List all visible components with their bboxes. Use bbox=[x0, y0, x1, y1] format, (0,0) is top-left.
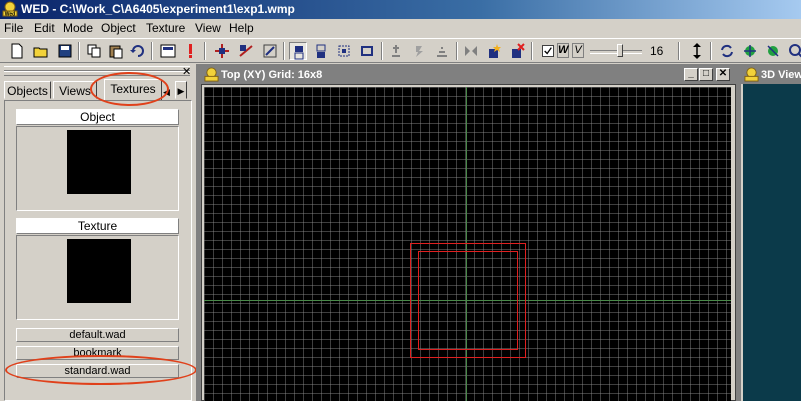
toolbar-separator bbox=[531, 42, 533, 60]
menu-texture[interactable]: Texture bbox=[146, 21, 185, 35]
toolbar-separator bbox=[151, 42, 153, 60]
tab-scroll-right-icon[interactable]: ▶ bbox=[175, 81, 187, 99]
tab-objects[interactable]: Objects bbox=[4, 81, 51, 99]
menu-mode[interactable]: Mode bbox=[63, 21, 93, 35]
paste-icon[interactable] bbox=[107, 42, 125, 60]
minimize-button[interactable]: _ bbox=[684, 68, 698, 81]
rotate-view-icon[interactable] bbox=[764, 42, 782, 60]
tab-textures[interactable]: Textures bbox=[104, 79, 162, 101]
top-view-viewport[interactable] bbox=[204, 87, 731, 401]
visible-toggle[interactable]: V bbox=[572, 43, 584, 58]
rotate-object-icon[interactable] bbox=[237, 42, 255, 60]
save-icon[interactable] bbox=[56, 42, 74, 60]
object-preview bbox=[16, 126, 179, 211]
move-object-icon[interactable] bbox=[213, 42, 231, 60]
top-view-title: Top (XY) Grid: 16x8 bbox=[221, 69, 323, 81]
toolbar: W V 16 bbox=[0, 38, 801, 63]
wed-app-icon: Wed bbox=[2, 1, 18, 17]
menu-file[interactable]: File bbox=[4, 21, 23, 35]
vertex-mode-icon[interactable] bbox=[335, 42, 353, 60]
grid-slider-thumb[interactable] bbox=[617, 44, 623, 57]
zoom-view-icon[interactable] bbox=[787, 42, 801, 60]
open-folder-icon[interactable] bbox=[32, 42, 50, 60]
menu-bar: File Edit Mode Object Texture View Help bbox=[0, 19, 801, 38]
compile-icon[interactable] bbox=[159, 42, 177, 60]
toolbar-separator bbox=[678, 42, 680, 60]
3d-view-titlebar: 3D View bbox=[741, 66, 801, 84]
add-entity-icon[interactable] bbox=[387, 42, 405, 60]
toolbar-separator bbox=[456, 42, 458, 60]
svg-text:Wed: Wed bbox=[5, 12, 15, 18]
delete-object-icon[interactable] bbox=[508, 42, 526, 60]
wad-item-bookmark[interactable]: bookmark bbox=[16, 346, 179, 360]
grid-size-value: 16 bbox=[650, 44, 664, 58]
object-preview-title: Object bbox=[16, 109, 179, 125]
title-bar: Wed WED - C:\Work_C\A6405\experiment1\ex… bbox=[0, 0, 801, 19]
tab-views[interactable]: Views bbox=[53, 81, 97, 99]
mirror-icon[interactable] bbox=[462, 42, 480, 60]
texture-preview-title: Texture bbox=[16, 218, 179, 234]
toolbar-separator bbox=[204, 42, 206, 60]
add-path-icon[interactable] bbox=[433, 42, 451, 60]
3d-view-viewport[interactable] bbox=[741, 84, 801, 401]
close-button[interactable]: ✕ bbox=[716, 68, 730, 81]
window-title: WED - C:\Work_C\A6405\experiment1\exp1.w… bbox=[21, 2, 295, 16]
wed-app-icon bbox=[744, 67, 759, 82]
new-file-icon[interactable] bbox=[8, 42, 26, 60]
face-mode-icon[interactable] bbox=[358, 42, 376, 60]
panel-grip[interactable] bbox=[4, 71, 190, 76]
tab-scroll-left-icon[interactable]: ◀ bbox=[163, 87, 170, 98]
grid-slider-track[interactable] bbox=[590, 50, 642, 54]
show-all-checkbox[interactable] bbox=[542, 45, 554, 57]
menu-view[interactable]: View bbox=[195, 21, 221, 35]
wad-item-default[interactable]: default.wad bbox=[16, 328, 179, 342]
refresh-view-icon[interactable] bbox=[718, 42, 736, 60]
left-panel: ✕ Objects Views Textures ▶ ◀ Object Text… bbox=[0, 64, 197, 401]
top-view-titlebar: Top (XY) Grid: 16x8 _ □ ✕ bbox=[201, 66, 736, 84]
undo-icon[interactable] bbox=[129, 42, 147, 60]
menu-help[interactable]: Help bbox=[229, 21, 254, 35]
select-mode-icon[interactable] bbox=[289, 42, 307, 60]
toolbar-separator bbox=[381, 42, 383, 60]
texture-preview bbox=[16, 235, 179, 320]
texture-thumbnail bbox=[67, 239, 131, 303]
wireframe-toggle[interactable]: W bbox=[557, 43, 569, 58]
object-thumbnail bbox=[67, 130, 131, 194]
add-light-icon[interactable] bbox=[410, 42, 428, 60]
copy-icon[interactable] bbox=[85, 42, 103, 60]
3d-view-title: 3D View bbox=[761, 69, 801, 81]
panel-close-icon[interactable]: ✕ bbox=[182, 65, 191, 78]
toolbar-separator bbox=[78, 42, 80, 60]
menu-object[interactable]: Object bbox=[101, 21, 136, 35]
selected-block-inner[interactable] bbox=[418, 251, 518, 350]
warning-icon[interactable] bbox=[181, 42, 199, 60]
toolbar-separator bbox=[283, 42, 285, 60]
toolbar-separator bbox=[710, 42, 712, 60]
add-object-icon[interactable] bbox=[485, 42, 503, 60]
wad-item-standard[interactable]: standard.wad bbox=[16, 364, 179, 378]
menu-edit[interactable]: Edit bbox=[34, 21, 55, 35]
move-view-icon[interactable] bbox=[741, 42, 759, 60]
scale-object-icon[interactable] bbox=[261, 42, 279, 60]
textures-pane: Object Texture default.wad bookmark stan… bbox=[4, 100, 192, 401]
group-mode-icon[interactable] bbox=[312, 42, 330, 60]
vertical-resize-icon[interactable] bbox=[688, 42, 706, 60]
maximize-button[interactable]: □ bbox=[699, 68, 713, 81]
wed-app-icon bbox=[204, 67, 219, 82]
